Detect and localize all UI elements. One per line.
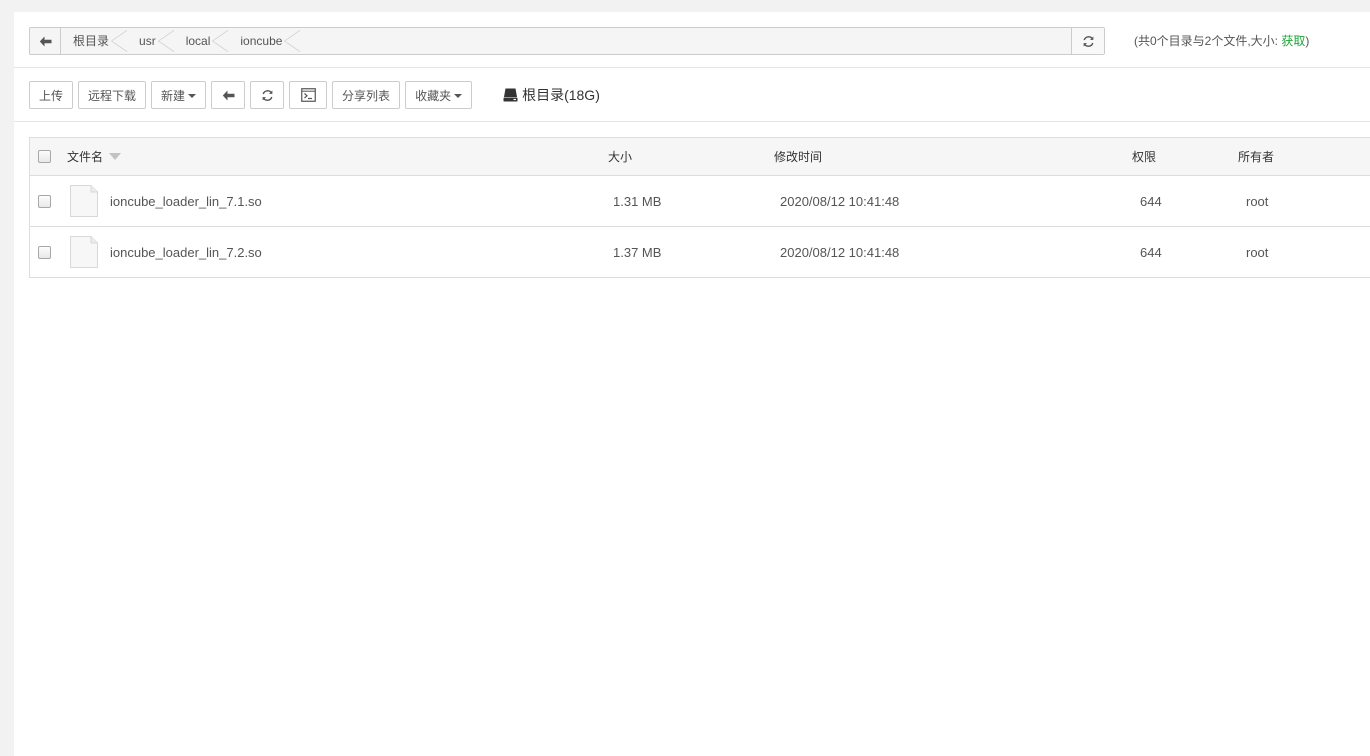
terminal-button[interactable] <box>289 81 328 109</box>
breadcrumb-item-local[interactable]: local <box>174 28 229 54</box>
disk-label: 根目录(18G) <box>522 87 600 103</box>
table-header: 文件名 大小 修改时间 权限 所有者 <box>30 138 1370 176</box>
remote-download-button[interactable]: 远程下载 <box>78 81 147 109</box>
toolbar: 上传 远程下载 新建 分享列表 收藏夹 根目录(18G) <box>29 80 600 110</box>
disk-selector[interactable]: 根目录(18G) <box>503 85 600 105</box>
file-owner[interactable]: root <box>1246 227 1268 277</box>
row-checkbox-cell <box>38 176 51 226</box>
file-icon-cell <box>70 227 98 277</box>
new-dropdown-button[interactable]: 新建 <box>151 81 207 109</box>
file-icon <box>70 236 98 268</box>
arrow-left-icon <box>39 36 51 46</box>
file-permission[interactable]: 644 <box>1140 227 1162 277</box>
directory-summary: (共0个目录与2个文件,大小: 获取) <box>1134 27 1309 55</box>
file-size: 1.31 MB <box>613 193 662 209</box>
file-mtime: 2020/08/12 10:41:48 <box>780 244 900 260</box>
caret-down-icon <box>188 94 197 98</box>
file-owner[interactable]: root <box>1246 176 1268 226</box>
get-size-link[interactable]: 获取 <box>1281 34 1305 48</box>
refresh-button[interactable] <box>250 81 285 109</box>
breadcrumb: 根目录 usr local ioncube <box>61 28 301 54</box>
upload-button[interactable]: 上传 <box>29 81 74 109</box>
table-row[interactable]: ioncube_loader_lin_7.1.so 1.31 MB 2020/0… <box>30 176 1370 227</box>
summary-suffix: ) <box>1305 34 1310 48</box>
file-table: 文件名 大小 修改时间 权限 所有者 ioncube_loader_lin_7.… <box>29 137 1370 278</box>
breadcrumb-item-root[interactable]: 根目录 <box>61 28 128 54</box>
summary-prefix: (共0个目录与2个文件,大小: <box>1134 34 1282 48</box>
table-row[interactable]: ioncube_loader_lin_7.2.so 1.37 MB 2020/0… <box>30 227 1370 278</box>
path-bar: 根目录 usr local ioncube <box>29 27 1105 55</box>
refresh-icon <box>1083 35 1093 47</box>
caret-down-icon <box>454 94 463 98</box>
sort-desc-icon[interactable] <box>109 153 122 160</box>
file-mtime: 2020/08/12 10:41:48 <box>780 193 900 209</box>
favorites-button-label: 收藏夹 <box>415 88 452 103</box>
back-button[interactable] <box>30 28 61 54</box>
favorites-dropdown-button[interactable]: 收藏夹 <box>405 81 473 109</box>
refresh-path-button[interactable] <box>1071 28 1104 54</box>
file-permission[interactable]: 644 <box>1140 176 1162 226</box>
arrow-left-icon <box>222 90 235 100</box>
file-name[interactable]: ioncube_loader_lin_7.2.so <box>110 227 262 277</box>
divider <box>14 121 1370 122</box>
file-icon <box>70 185 98 217</box>
breadcrumb-item-usr[interactable]: usr <box>127 28 174 54</box>
go-back-button[interactable] <box>211 81 246 109</box>
file-name[interactable]: ioncube_loader_lin_7.1.so <box>110 176 262 226</box>
column-header-name-label: 文件名 <box>67 150 104 164</box>
breadcrumb-item-ioncube[interactable]: ioncube <box>228 28 301 54</box>
row-checkbox[interactable] <box>38 194 51 208</box>
file-manager-panel: 根目录 usr local ioncube (共0个目录与2个文件,大小: 获取… <box>14 12 1370 756</box>
new-button-label: 新建 <box>161 88 186 103</box>
file-icon-cell <box>70 176 98 226</box>
column-header-owner[interactable]: 所有者 <box>1238 138 1274 175</box>
row-checkbox[interactable] <box>38 245 51 259</box>
divider <box>14 67 1370 68</box>
column-header-mtime[interactable]: 修改时间 <box>774 138 822 175</box>
row-checkbox-cell <box>38 227 51 277</box>
file-size: 1.37 MB <box>613 244 662 260</box>
select-all-checkbox[interactable] <box>38 150 51 163</box>
column-header-size[interactable]: 大小 <box>608 138 632 175</box>
column-header-name[interactable]: 文件名 <box>67 138 122 175</box>
terminal-icon <box>300 88 316 102</box>
select-all-cell <box>38 138 51 175</box>
refresh-icon <box>262 89 272 101</box>
hard-drive-icon <box>503 88 518 102</box>
column-header-permission[interactable]: 权限 <box>1132 138 1156 175</box>
share-list-button[interactable]: 分享列表 <box>332 81 401 109</box>
